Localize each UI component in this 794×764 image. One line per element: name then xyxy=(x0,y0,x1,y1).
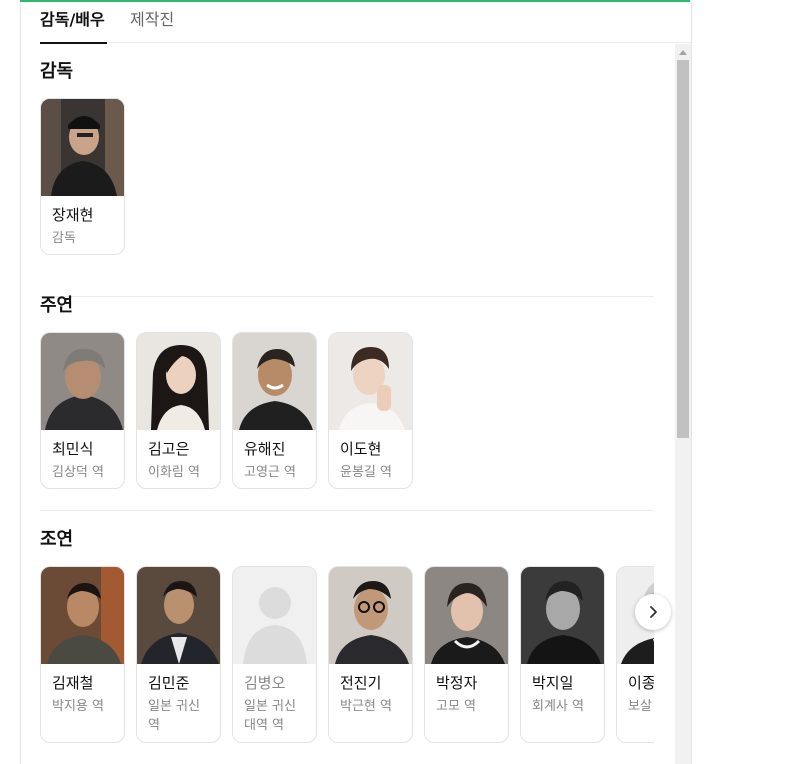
person-card[interactable]: 김병오 일본 귀신 대역 역 xyxy=(232,566,317,743)
person-role: 일본 귀신 역 xyxy=(148,699,200,733)
section-title: 주연 xyxy=(40,295,74,316)
chevron-right-icon xyxy=(650,606,657,618)
person-role: 보살 역 xyxy=(628,699,654,714)
person-name: 김민준 xyxy=(148,674,190,692)
person-name: 장재현 xyxy=(52,206,94,224)
person-role: 이화림 역 xyxy=(148,465,200,480)
tab-director-actors[interactable]: 감독/배우 xyxy=(40,8,107,44)
placeholder-avatar-icon xyxy=(233,567,316,664)
person-card[interactable]: 김민준 일본 귀신 역 xyxy=(136,566,221,743)
section-supporting-cast: 조연 김재철 박지용 역 김민준 일본 귀신 역 김병오 일본 귀신 대역 역 … xyxy=(40,528,654,764)
person-role: 김상덕 역 xyxy=(52,465,104,480)
section-title: 조연 xyxy=(40,529,74,550)
tab-bar: 감독/배우 제작진 xyxy=(40,2,691,44)
person-card[interactable]: 박정자 고모 역 xyxy=(424,566,509,743)
person-role: 회계사 역 xyxy=(532,699,584,714)
person-role: 감독 xyxy=(52,231,76,246)
person-name: 김재철 xyxy=(52,674,94,692)
vertical-scrollbar[interactable] xyxy=(675,44,691,764)
person-photo xyxy=(329,333,412,430)
card-row: 최민식 김상덕 역 김고은 이화림 역 유해진 고영근 역 이도현 윤봉길 역 xyxy=(40,332,654,512)
person-card[interactable]: 유해진 고영근 역 xyxy=(232,332,317,489)
person-name: 박지일 xyxy=(532,674,574,692)
person-photo xyxy=(41,567,124,664)
person-name: 이도현 xyxy=(340,440,382,458)
cast-content: 감독 장재현 감독 주연 최민식 김상덕 역 김고은 이화림 역 유해진 고영근… xyxy=(40,42,654,764)
scroll-up-arrow-icon[interactable] xyxy=(675,44,691,60)
card-row: 장재현 감독 xyxy=(40,98,654,278)
person-card[interactable]: 김고은 이화림 역 xyxy=(136,332,221,489)
person-card[interactable]: 장재현 감독 xyxy=(40,98,125,255)
person-role: 일본 귀신 대역 역 xyxy=(244,699,296,733)
person-photo xyxy=(425,567,508,664)
person-name: 최민식 xyxy=(52,440,94,458)
person-name: 전진기 xyxy=(340,674,382,692)
person-name: 박정자 xyxy=(436,674,478,692)
person-photo xyxy=(137,567,220,664)
person-photo xyxy=(137,333,220,430)
person-role: 고영근 역 xyxy=(244,465,296,480)
person-name: 유해진 xyxy=(244,440,286,458)
person-photo xyxy=(41,333,124,430)
person-name: 이종구 xyxy=(628,674,654,692)
person-photo xyxy=(233,333,316,430)
person-photo xyxy=(521,567,604,664)
person-name: 김병오 xyxy=(244,674,286,692)
person-card[interactable]: 최민식 김상덕 역 xyxy=(40,332,125,489)
person-card[interactable]: 전진기 박근현 역 xyxy=(328,566,413,743)
cast-panel: 감독/배우 제작진 감독 장재현 감독 주연 최민식 김상덕 역 김고은 이화림… xyxy=(20,2,692,764)
person-card[interactable]: 이도현 윤봉길 역 xyxy=(328,332,413,489)
person-role: 박근현 역 xyxy=(340,699,392,714)
person-name: 김고은 xyxy=(148,440,190,458)
person-card[interactable]: 박지일 회계사 역 xyxy=(520,566,605,743)
person-card[interactable]: 김재철 박지용 역 xyxy=(40,566,125,743)
carousel-next-button[interactable] xyxy=(635,594,671,630)
person-role: 윤봉길 역 xyxy=(340,465,392,480)
person-role: 박지용 역 xyxy=(52,699,104,714)
card-row: 김재철 박지용 역 김민준 일본 귀신 역 김병오 일본 귀신 대역 역 전진기… xyxy=(40,566,654,764)
person-role: 고모 역 xyxy=(436,699,477,714)
tab-crew[interactable]: 제작진 xyxy=(130,8,174,42)
section-divider xyxy=(40,510,654,511)
section-director: 감독 장재현 감독 xyxy=(40,60,654,297)
section-title: 감독 xyxy=(40,61,74,82)
person-photo xyxy=(41,99,124,196)
person-photo xyxy=(329,567,412,664)
section-lead-cast: 주연 최민식 김상덕 역 김고은 이화림 역 유해진 고영근 역 이도현 윤봉길… xyxy=(40,294,654,514)
scrollbar-thumb[interactable] xyxy=(677,60,689,438)
person-card[interactable]: 이종구 보살 역 xyxy=(616,566,654,743)
